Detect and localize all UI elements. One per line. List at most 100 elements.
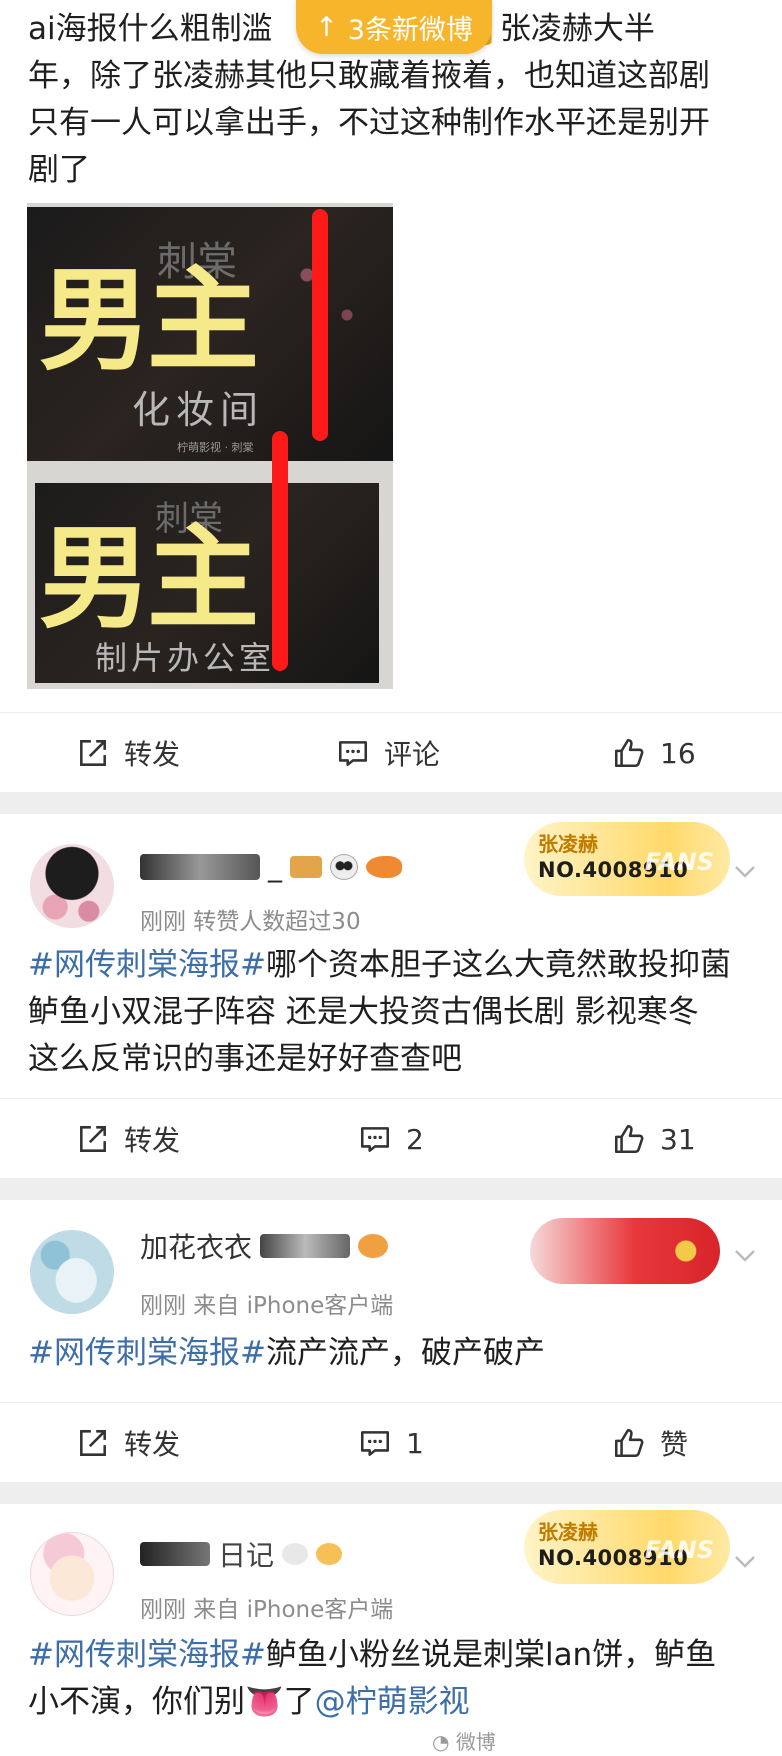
repost-button[interactable]: 转发	[76, 713, 180, 793]
post-text-line: 小不演，你们别	[28, 1684, 245, 1720]
red-marker-line	[312, 209, 328, 441]
badge-icon	[358, 1234, 389, 1258]
poster-bottom: 刺棠 制片办公室 男主	[35, 483, 379, 683]
repost-button[interactable]: 转发	[76, 1403, 180, 1483]
comment-button[interactable]: 1	[358, 1403, 424, 1483]
fans-badge[interactable]: 张凌赫 NO.4008910 FANS	[524, 822, 730, 896]
post-text-line: 鲈鱼小粉丝说是刺棠lan饼，鲈鱼	[265, 1637, 717, 1673]
thumbs-up-icon	[614, 738, 644, 768]
avatar[interactable]	[30, 1230, 114, 1314]
repost-icon	[80, 1126, 106, 1152]
username[interactable]: 加花衣衣	[140, 1226, 389, 1266]
post-1-line: 只有一人可以拿出手，不过这种制作水平还是别开	[28, 105, 710, 141]
post-meta: 刚刚 转赞人数超过30	[140, 909, 361, 935]
comment-count: 1	[406, 1426, 424, 1460]
like-count: 16	[660, 736, 696, 770]
post-4-text: #网传刺棠海报#鲈鱼小粉丝说是刺棠lan饼，鲈鱼 小不演，你们别👅了@柠萌影视	[28, 1632, 768, 1726]
fans-badge[interactable]: 张凌赫 NO.4008910 FANS	[524, 1510, 730, 1584]
new-posts-label: 3条新微博	[347, 14, 473, 46]
repost-button[interactable]: 转发	[76, 1099, 180, 1179]
chevron-down-icon[interactable]	[732, 1548, 758, 1574]
weibo-logo-icon: ◔	[432, 1730, 450, 1754]
separator	[0, 1178, 782, 1200]
comment-icon	[360, 1127, 390, 1152]
blurred-name	[140, 853, 260, 880]
post-1: ai海报什么粗制滥👅🔒张凌赫大半 年，除了张凌赫其他只敢藏着掖着，也知道这部剧 …	[0, 0, 782, 790]
separator	[0, 792, 782, 814]
panda-icon	[330, 853, 358, 880]
chevron-down-icon[interactable]	[732, 1242, 758, 1268]
repost-label: 转发	[124, 1428, 181, 1461]
decoration-badge	[530, 1218, 720, 1284]
comment-icon	[338, 741, 368, 766]
post-2: _ 刚刚 转赞人数超过30 张凌赫 NO.4008910 FANS #网传刺棠海…	[0, 814, 782, 1178]
badge-icon	[290, 855, 322, 878]
repost-icon	[80, 740, 106, 766]
emoji-icon	[282, 1543, 309, 1565]
like-button[interactable]: 赞	[612, 1403, 688, 1483]
post-1-image[interactable]: 刺棠 化妆间 柠萌影视 · 刺棠 男主 刺棠 制片办公室 男主	[27, 203, 393, 689]
thumbs-up-icon	[614, 1428, 644, 1458]
arrow-up-icon: ↑	[315, 11, 338, 43]
post-text-line: 流产流产，破产破产	[265, 1335, 545, 1371]
comment-label: 评论	[384, 738, 441, 771]
post-3-text: #网传刺棠海报#流产流产，破产破产	[28, 1330, 768, 1377]
topic-link[interactable]: #网传刺棠海报#	[28, 947, 266, 983]
comment-button[interactable]: 2	[358, 1099, 424, 1179]
post-text-line: 这么反常识的事还是好好查查吧	[28, 1041, 462, 1077]
repost-icon	[80, 1430, 106, 1456]
watermark-text: 微博	[455, 1730, 496, 1754]
username-text: 加花衣衣	[140, 1231, 253, 1264]
thumbs-up-icon	[614, 1124, 644, 1154]
fans-badge-name: 张凌赫	[538, 832, 598, 856]
post-text-line: 鲈鱼小双混子阵容 还是大投资古偶长剧 影视寒冬	[28, 994, 699, 1030]
fans-badge-word: FANS	[644, 1536, 714, 1564]
comment-count: 2	[406, 1122, 424, 1156]
like-button[interactable]: 31	[612, 1099, 696, 1179]
repost-label: 转发	[124, 738, 181, 771]
separator	[0, 1482, 782, 1504]
post-text-line: 了	[283, 1684, 315, 1720]
fans-badge-name: 张凌赫	[538, 1520, 598, 1544]
username[interactable]: 日记	[140, 1534, 343, 1574]
badge-icon	[316, 1543, 343, 1565]
post-4: 日记 刚刚 来自 iPhone客户端 张凌赫 NO.4008910 FANS #…	[0, 1504, 782, 1756]
blurred-name	[140, 1542, 210, 1566]
post-text-line: 哪个资本胆子这么大竟然敢投抑菌	[265, 947, 731, 983]
post-2-actions: 转发 2 31	[0, 1098, 782, 1178]
topic-link[interactable]: #网传刺棠海报#	[28, 1335, 266, 1371]
poster-top: 刺棠 化妆间 柠萌影视 · 刺棠 男主	[27, 207, 393, 461]
avatar[interactable]	[30, 844, 114, 928]
overlay-label-top: 男主	[39, 256, 259, 386]
poster-brand: 柠萌影视 · 刺棠	[177, 441, 254, 454]
watermark: ◔ 微博	[432, 1726, 496, 1755]
avatar[interactable]	[30, 1532, 114, 1616]
chevron-down-icon[interactable]	[732, 858, 758, 884]
comment-button[interactable]: 评论	[336, 713, 440, 793]
post-1-line: 剧了	[28, 152, 90, 188]
post-3: 加花衣衣 刚刚 来自 iPhone客户端 #网传刺棠海报#流产流产，破产破产 转…	[0, 1200, 782, 1482]
fans-badge-word: FANS	[644, 848, 714, 876]
post-1-line: ai海报什么粗制滥	[28, 11, 273, 47]
username[interactable]: _	[140, 850, 402, 883]
comment-icon	[360, 1431, 390, 1456]
topic-link[interactable]: #网传刺棠海报#	[28, 1637, 266, 1673]
tongue-emoji-icon: 👅	[245, 1684, 284, 1720]
post-meta: 刚刚 来自 iPhone客户端	[140, 1293, 394, 1319]
post-2-text: #网传刺棠海报#哪个资本胆子这么大竟然敢投抑菌 鲈鱼小双混子阵容 还是大投资古偶…	[28, 942, 768, 1083]
post-meta: 刚刚 来自 iPhone客户端	[140, 1597, 394, 1623]
blurred-name	[260, 1234, 351, 1258]
red-marker-line	[272, 431, 288, 671]
username-text: _	[268, 850, 282, 883]
post-1-actions: 转发 评论 16	[0, 712, 782, 792]
like-label: 赞	[660, 1428, 689, 1461]
mention-link[interactable]: @柠萌影视	[315, 1684, 470, 1720]
post-3-actions: 转发 1 赞	[0, 1402, 782, 1482]
repost-label: 转发	[124, 1124, 181, 1157]
overlay-label-bottom: 男主	[39, 514, 259, 644]
like-button[interactable]: 16	[612, 713, 696, 793]
username-text: 日记	[218, 1539, 275, 1572]
like-count: 31	[660, 1122, 696, 1156]
new-posts-banner[interactable]: ↑ 3条新微博	[296, 0, 492, 54]
fish-icon	[366, 855, 402, 878]
